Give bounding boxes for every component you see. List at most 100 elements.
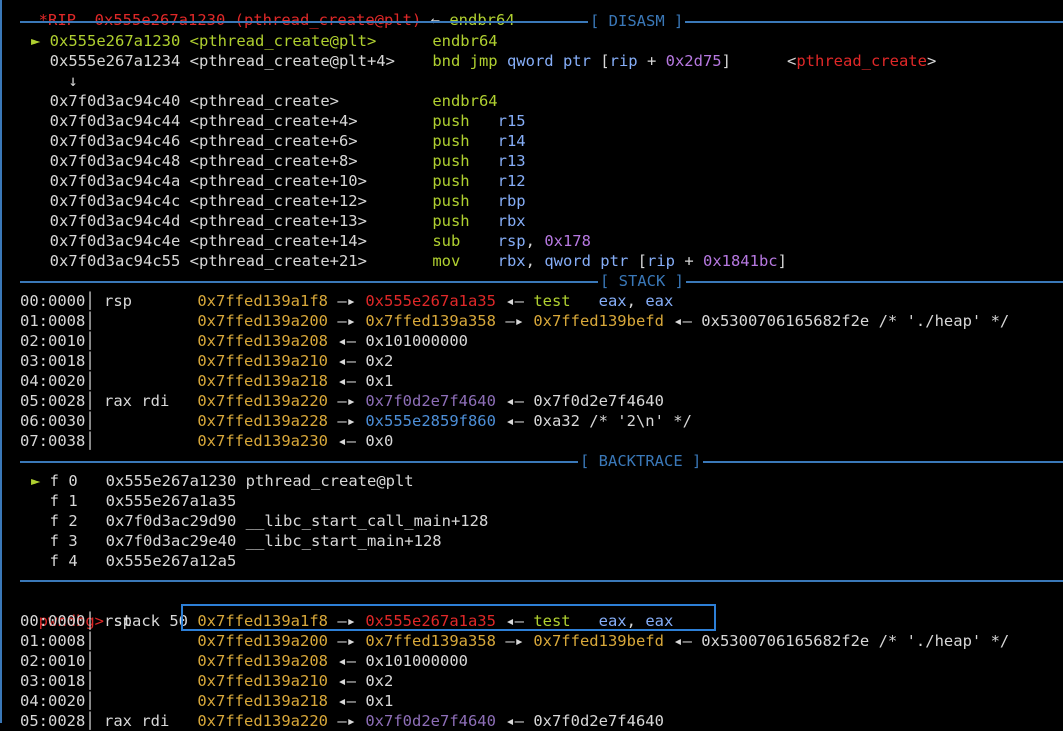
disasm-operand: r12	[497, 172, 526, 190]
stack-offset: 01:0008	[20, 312, 86, 330]
frame-index: f 0	[49, 472, 78, 490]
stack-register	[104, 672, 197, 690]
disasm-address: 0x7f0d3ac94c44	[49, 112, 181, 130]
backtrace-frame: f 3 0x7f0d3ac29e40 __libc_start_main+128	[31, 531, 442, 551]
jump-target: pthread_create	[796, 52, 927, 70]
backtrace-separator: [ BACKTRACE ]	[20, 451, 1063, 471]
stack-divider: │	[85, 432, 95, 450]
disasm-mnemonic: endbr64	[432, 32, 498, 50]
stack-instr: eax	[598, 292, 627, 310]
stack-divider: │	[85, 352, 95, 370]
frame-index: f 4	[49, 552, 78, 570]
stack-value: 0x101000000	[365, 332, 468, 350]
deref-arrow: ◂—	[328, 432, 366, 450]
stack-address: 0x7ffed139a220	[197, 392, 328, 410]
down-arrow-icon: ↓	[68, 72, 78, 90]
stack-value: 0x555e2859f860	[365, 412, 496, 430]
frame-address: 0x555e267a12a5	[105, 552, 237, 570]
backtrace-frame: f 1 0x555e267a1a35	[31, 491, 237, 511]
stack-address: 0x7ffed139a210	[197, 672, 328, 690]
stack-value: 0x1	[365, 372, 394, 390]
disasm-symbol: <pthread_create+6>	[189, 132, 433, 150]
disasm-operand: rbx	[497, 252, 526, 270]
deref-arrow: ◂—	[495, 292, 534, 310]
stack-offset: 05:0028	[20, 392, 86, 410]
disasm-mnemonic: endbr64	[432, 92, 498, 110]
stack-offset: 01:0008	[20, 632, 86, 650]
stack-offset: 03:0018	[20, 672, 86, 690]
disasm-operand: rip	[646, 252, 675, 270]
disasm-operand: 0x2d75	[665, 52, 722, 70]
disasm-symbol: <pthread_create+4>	[189, 112, 433, 130]
stack-value: 0x7f0d2e7f4640	[533, 392, 664, 410]
frame-marker	[31, 492, 50, 510]
stack-row: 04:0020│ 0x7ffed139a218 ◂— 0x1	[20, 691, 393, 711]
disasm-operand: 0x178	[544, 232, 591, 250]
deref-arrow: ◂—	[495, 392, 534, 410]
down-arrow-line: ↓	[31, 71, 78, 91]
disasm-operand: +	[637, 52, 666, 70]
stack-row: 03:0018│ 0x7ffed139a210 ◂— 0x2	[20, 671, 393, 691]
backtrace-frame: f 4 0x555e267a12a5	[31, 551, 237, 571]
stack-value: 0x7ffed139befd	[533, 312, 664, 330]
disasm-symbol: <pthread_create+12>	[189, 192, 433, 210]
disasm-line: 0x7f0d3ac94c40 <pthread_create> endbr64	[31, 91, 498, 111]
stack-divider: │	[85, 632, 95, 650]
stack-divider: │	[85, 312, 95, 330]
disasm-symbol: <pthread_create+8>	[189, 152, 433, 170]
deref-arrow: ◂—	[328, 692, 366, 710]
disasm-operand: rip	[609, 52, 638, 70]
disasm-address: 0x7f0d3ac94c4a	[49, 172, 181, 190]
stack-row: 03:0018│ 0x7ffed139a210 ◂— 0x2	[20, 351, 393, 371]
deref-arrow: —▸	[495, 312, 534, 330]
disasm-symbol: <pthread_create>	[189, 92, 433, 110]
backtrace-frame: f 2 0x7f0d3ac29d90 __libc_start_call_mai…	[31, 511, 489, 531]
disasm-operand: rbx	[497, 212, 526, 230]
disasm-operand: r13	[497, 152, 526, 170]
stack-value: 0x7f0d2e7f4640	[365, 712, 496, 730]
stack-register	[104, 692, 197, 710]
deref-arrow: ◂—	[663, 632, 702, 650]
stack-value: 0x0	[365, 432, 394, 450]
frame-address: 0x7f0d3ac29d90	[105, 512, 237, 530]
deref-arrow: —▸	[328, 292, 366, 310]
stack-divider: │	[85, 412, 95, 430]
disasm-address: 0x7f0d3ac94c4e	[49, 232, 181, 250]
stack-value: 0x7f0d2e7f4640	[365, 392, 496, 410]
frame-marker: ►	[31, 472, 50, 490]
disasm-mnemonic: push	[432, 112, 498, 130]
stack-address: 0x7ffed139a230	[197, 432, 328, 450]
backtrace-title: [ BACKTRACE ]	[578, 451, 704, 471]
deref-arrow: ◂—	[495, 412, 534, 430]
frame-symbol: pthread_create@plt	[245, 472, 414, 490]
disasm-line: 0x7f0d3ac94c48 <pthread_create+8> push r…	[31, 151, 526, 171]
deref-arrow: —▸	[328, 632, 366, 650]
disasm-line: 0x7f0d3ac94c4a <pthread_create+10> push …	[31, 171, 526, 191]
disasm-symbol: <pthread_create@plt+4>	[189, 52, 433, 70]
stack-instr: ,	[626, 292, 646, 310]
stack-address: 0x7ffed139a228	[197, 412, 328, 430]
disasm-mnemonic: push	[432, 132, 498, 150]
stack-instr: eax	[645, 292, 674, 310]
stack-value: 0x5300706165682f2e /* './heap' */	[701, 312, 1010, 330]
highlight-box	[181, 604, 716, 631]
deref-arrow: ◂—	[328, 652, 366, 670]
stack-value: 0x7ffed139befd	[533, 632, 664, 650]
deref-arrow: ◂—	[328, 352, 366, 370]
stack-value: 0x7f0d2e7f4640	[533, 712, 664, 730]
disasm-mnemonic: mov	[432, 252, 498, 270]
stack-register	[104, 432, 197, 450]
frame-symbol: __libc_start_main+128	[245, 532, 442, 550]
disasm-line: 0x7f0d3ac94c44 <pthread_create+4> push r…	[31, 111, 526, 131]
command-prompt-line[interactable]: pwndbg> stack 50	[20, 591, 188, 630]
deref-arrow: —▸	[495, 632, 534, 650]
stack-offset: 07:0038	[20, 432, 86, 450]
disasm-symbol: <pthread_create+13>	[189, 212, 433, 230]
stack-value: 0x7ffed139a358	[365, 632, 496, 650]
disasm-symbol: <pthread_create+10>	[189, 172, 433, 190]
stack-divider: │	[85, 672, 95, 690]
rip-line: *RIP 0x555e267a1230 (pthread_create@plt)…	[20, 0, 515, 29]
deref-arrow: ◂—	[328, 672, 366, 690]
stack-address: 0x7ffed139a210	[197, 352, 328, 370]
stack-register	[104, 632, 197, 650]
